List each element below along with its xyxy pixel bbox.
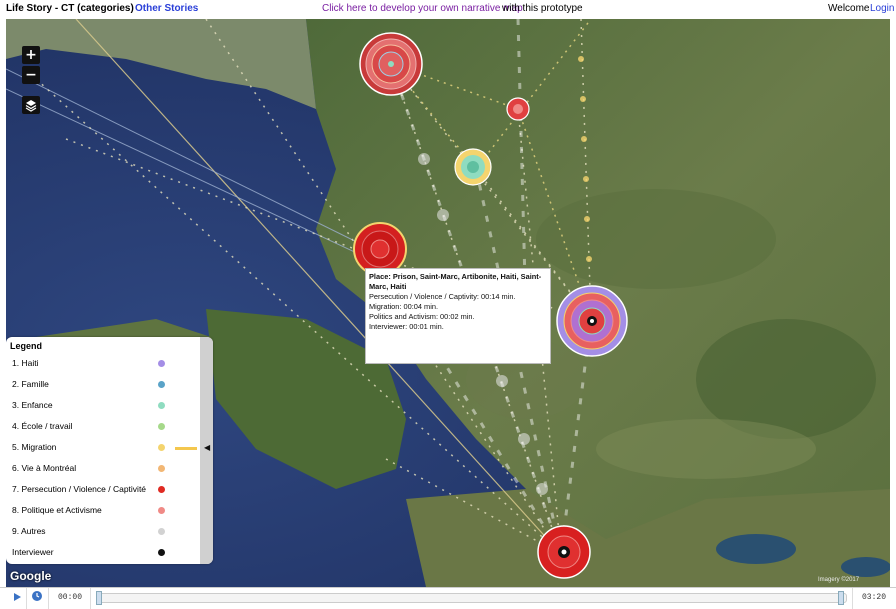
clock-icon bbox=[32, 591, 42, 601]
timeline-start-time: 00:00 bbox=[58, 593, 83, 602]
legend-title: Legend bbox=[10, 341, 43, 351]
timeline-track[interactable] bbox=[96, 593, 847, 603]
develop-map-suffix: with this prototype bbox=[502, 3, 583, 14]
legend-item-label: 5. Migration bbox=[12, 442, 57, 452]
page-title: Life Story - CT (categories) bbox=[6, 3, 134, 14]
legend-item-persecution[interactable]: 7. Persecution / Violence / Captivité bbox=[12, 483, 200, 497]
divider bbox=[90, 588, 91, 609]
legend-item-label: 3. Enfance bbox=[12, 400, 53, 410]
zoom-out-button[interactable]: − bbox=[22, 66, 40, 84]
legend-color-dot bbox=[158, 486, 165, 493]
legend-color-dot bbox=[158, 381, 165, 388]
legend-color-dot bbox=[158, 444, 165, 451]
tooltip-line: Politics and Activism: 00:02 min. bbox=[369, 312, 475, 321]
tooltip-line: Interviewer: 00:01 min. bbox=[369, 322, 444, 331]
legend-item-label: 7. Persecution / Violence / Captivité bbox=[12, 484, 147, 494]
migration-line-swatch bbox=[175, 447, 197, 450]
map-attribution: Imagery ©2017 bbox=[818, 577, 860, 583]
place-tooltip: Place: Prison, Saint-Marc, Artibonite, H… bbox=[365, 268, 551, 364]
legend-color-dot bbox=[158, 360, 165, 367]
play-button[interactable] bbox=[11, 591, 23, 603]
timeline-end-handle[interactable] bbox=[838, 591, 844, 605]
timeline-start-handle[interactable] bbox=[96, 591, 102, 605]
legend-color-dot bbox=[158, 528, 165, 535]
legend-color-dot bbox=[158, 402, 165, 409]
legend-item-interviewer[interactable]: Interviewer bbox=[12, 546, 200, 560]
legend-item-label: 9. Autres bbox=[12, 526, 46, 536]
welcome-text: Welcome bbox=[828, 3, 870, 14]
divider bbox=[852, 588, 853, 609]
top-bar: Life Story - CT (categories) Other Stori… bbox=[0, 0, 896, 18]
layers-button[interactable] bbox=[22, 96, 40, 114]
login-link[interactable]: Login bbox=[870, 3, 894, 14]
map-view[interactable]: + − Place: Prison, Saint-Marc, Artibonit… bbox=[6, 19, 890, 587]
legend-item-label: 6. Vie à Montréal bbox=[12, 463, 77, 473]
legend-item-label: Interviewer bbox=[12, 547, 54, 557]
legend-item-autres[interactable]: 9. Autres bbox=[12, 525, 200, 539]
legend-item-label: 1. Haiti bbox=[12, 358, 39, 368]
divider bbox=[48, 588, 49, 609]
legend-item-haiti[interactable]: 1. Haiti bbox=[12, 357, 200, 371]
tooltip-line: Migration: 00:04 min. bbox=[369, 302, 439, 311]
play-icon bbox=[14, 593, 21, 601]
legend-item-label: 8. Politique et Activisme bbox=[12, 505, 102, 515]
legend-item-vie-montreal[interactable]: 6. Vie à Montréal bbox=[12, 462, 200, 476]
legend-item-label: 2. Famille bbox=[12, 379, 49, 389]
timeline-bar: 00:00 03:20 bbox=[0, 587, 896, 609]
layers-icon bbox=[25, 100, 37, 112]
zoom-in-button[interactable]: + bbox=[22, 46, 40, 64]
tooltip-line: Persecution / Violence / Captivity: 00:1… bbox=[369, 292, 516, 301]
timeline-end-time: 03:20 bbox=[862, 593, 887, 602]
legend-color-dot bbox=[158, 507, 165, 514]
tooltip-place: Place: Prison, Saint-Marc, Artibonite, H… bbox=[369, 272, 542, 291]
legend-item-ecole-travail[interactable]: 4. École / travail bbox=[12, 420, 200, 434]
legend-color-dot bbox=[158, 423, 165, 430]
divider bbox=[26, 588, 27, 609]
legend-item-politique[interactable]: 8. Politique et Activisme bbox=[12, 504, 200, 518]
legend-item-migration[interactable]: 5. Migration bbox=[12, 441, 200, 455]
legend-item-label: 4. École / travail bbox=[12, 421, 73, 431]
collapse-arrow-icon[interactable]: ◀ bbox=[204, 443, 210, 452]
legend-item-enfance[interactable]: 3. Enfance bbox=[12, 399, 200, 413]
google-logo: Google bbox=[10, 569, 52, 583]
other-stories-link[interactable]: Other Stories bbox=[135, 3, 198, 14]
speed-button[interactable] bbox=[31, 590, 43, 602]
legend-color-dot bbox=[158, 549, 165, 556]
develop-map-link[interactable]: Click here to develop your own narrative… bbox=[322, 3, 523, 14]
legend-panel: Legend 1. Haiti 2. Famille 3. Enfance 4.… bbox=[6, 337, 213, 564]
legend-item-famille[interactable]: 2. Famille bbox=[12, 378, 200, 392]
legend-color-dot bbox=[158, 465, 165, 472]
